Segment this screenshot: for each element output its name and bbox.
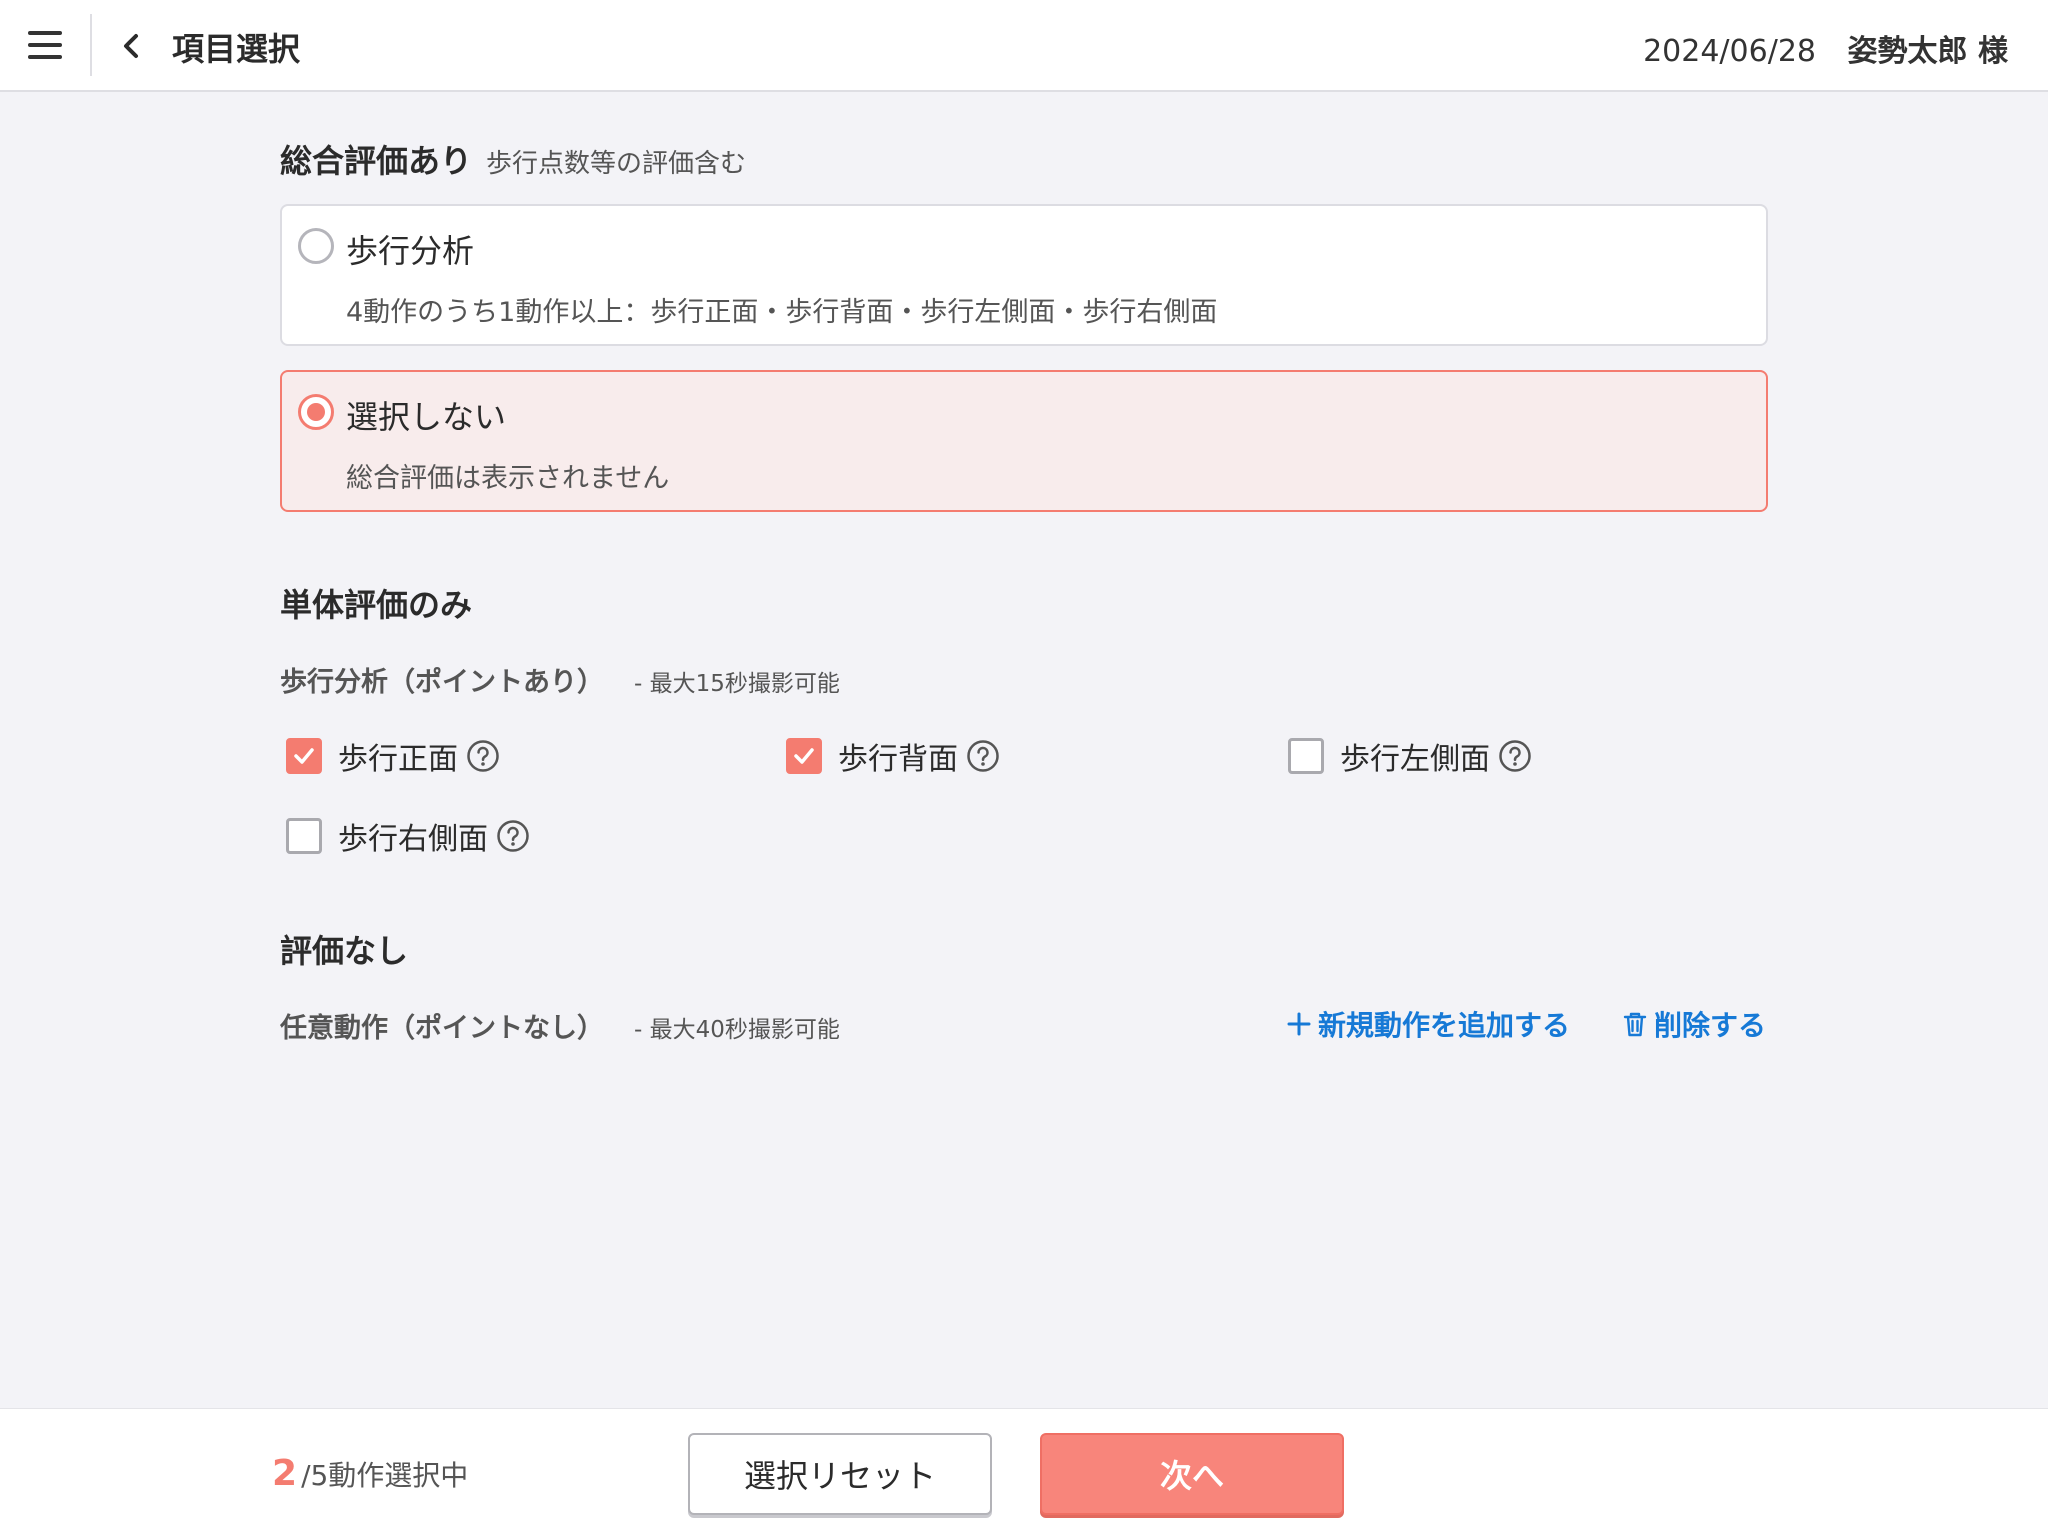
section-heading-single: 単体評価のみ xyxy=(280,586,473,624)
checkbox-label: 歩行正面 xyxy=(338,742,458,777)
checkmark-icon xyxy=(294,748,314,764)
group-label: 任意動作（ポイントなし） xyxy=(280,1013,604,1044)
header-info: 2024/06/28 姿勢太郎 様 xyxy=(1643,26,2008,70)
checkbox-label: 歩行左側面 xyxy=(1340,742,1490,777)
selection-count: 2/5動作選択中 xyxy=(272,1453,468,1494)
checkbox-gait-right[interactable] xyxy=(286,818,322,854)
option-title: 歩行分析 xyxy=(346,232,475,270)
section-title-comprehensive: 総合評価あり xyxy=(280,142,473,180)
trash-icon xyxy=(1623,1012,1647,1037)
option-card-gait-analysis[interactable]: 歩行分析 4動作のうち1動作以上：歩行正面・歩行背面・歩行左側面・歩行右側面 xyxy=(280,204,1768,346)
checkbox-item-gait-back[interactable]: 歩行背面 xyxy=(786,734,1000,778)
topbar-divider xyxy=(90,14,92,76)
delete-label: 削除する xyxy=(1654,1009,1767,1042)
add-motion-label: 新規動作を追加する xyxy=(1318,1009,1571,1042)
footer-bar: 2/5動作選択中 選択リセット 次へ xyxy=(0,1408,2048,1536)
option-description: 総合評価は表示されません xyxy=(346,463,670,494)
help-icon[interactable] xyxy=(966,739,1000,773)
back-chevron-icon[interactable] xyxy=(116,26,148,66)
page-title: 項目選択 xyxy=(172,30,301,68)
checkbox-item-gait-right[interactable]: 歩行右側面 xyxy=(286,814,530,858)
group-note: - 最大15秒撮影可能 xyxy=(634,671,840,697)
plus-icon xyxy=(1287,1012,1311,1036)
checkbox-gait-back[interactable] xyxy=(786,738,822,774)
option-title: 選択しない xyxy=(346,398,507,436)
header-user-name: 姿勢太郎 様 xyxy=(1847,34,2008,69)
option-card-no-selection[interactable]: 選択しない 総合評価は表示されません xyxy=(280,370,1768,512)
section-heading-none: 評価なし xyxy=(280,932,409,970)
checkbox-label: 歩行右側面 xyxy=(338,822,488,857)
option-description: 4動作のうち1動作以上：歩行正面・歩行背面・歩行左側面・歩行右側面 xyxy=(346,297,1218,328)
add-motion-button[interactable]: 新規動作を追加する xyxy=(1286,1004,1570,1044)
help-icon[interactable] xyxy=(1498,739,1532,773)
header-date: 2024/06/28 xyxy=(1643,34,1816,69)
group-heading-free-motion: 任意動作（ポイントなし） - 最大40秒撮影可能 xyxy=(280,1006,840,1045)
group-note: - 最大40秒撮影可能 xyxy=(634,1017,840,1043)
help-icon[interactable] xyxy=(466,739,500,773)
checkbox-gait-left[interactable] xyxy=(1288,738,1324,774)
top-bar: 項目選択 2024/06/28 姿勢太郎 様 xyxy=(0,0,2048,92)
hamburger-menu-icon[interactable] xyxy=(20,22,70,68)
checkbox-item-gait-front[interactable]: 歩行正面 xyxy=(286,734,500,778)
radio-button-no-selection[interactable] xyxy=(298,394,334,430)
checkbox-gait-front[interactable] xyxy=(286,738,322,774)
radio-button-gait-analysis[interactable] xyxy=(298,228,334,264)
section-heading-comprehensive: 総合評価あり 歩行点数等の評価含む xyxy=(280,136,746,182)
checkbox-label: 歩行背面 xyxy=(838,742,958,777)
checkbox-item-gait-left[interactable]: 歩行左側面 xyxy=(1288,734,1532,778)
group-label: 歩行分析（ポイントあり） xyxy=(280,667,604,698)
reset-selection-button[interactable]: 選択リセット xyxy=(688,1433,992,1515)
section-subtitle-comprehensive: 歩行点数等の評価含む xyxy=(486,149,747,179)
selection-count-number: 2 xyxy=(272,1453,298,1494)
delete-button[interactable]: 削除する xyxy=(1622,1004,1766,1044)
next-button[interactable]: 次へ xyxy=(1040,1433,1344,1515)
help-icon[interactable] xyxy=(496,819,530,853)
checkmark-icon xyxy=(794,748,814,764)
selection-count-suffix: /5動作選択中 xyxy=(301,1459,469,1492)
group-heading-gait: 歩行分析（ポイントあり） - 最大15秒撮影可能 xyxy=(280,660,840,699)
